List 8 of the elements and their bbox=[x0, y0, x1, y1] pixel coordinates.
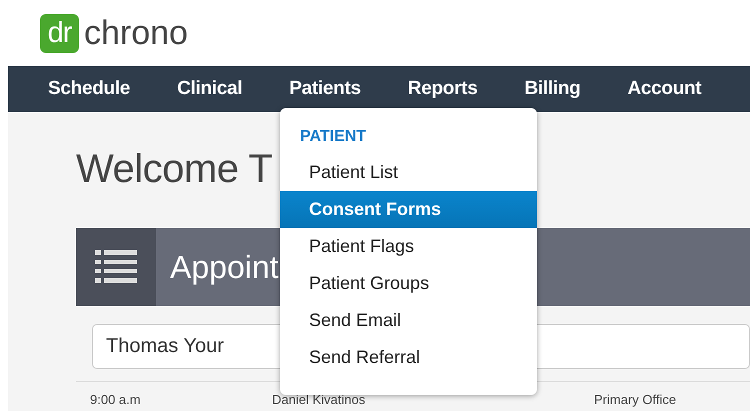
logo-mark: dr bbox=[40, 14, 79, 52]
table-cell-text: 9:00 a.m bbox=[90, 393, 142, 407]
logo-text: chrono bbox=[84, 16, 188, 50]
table-cell: Primary Office bbox=[594, 393, 676, 407]
welcome-heading: Welcome T bbox=[76, 146, 272, 193]
table-cell-text: Daniel Kivatinos bbox=[272, 393, 366, 407]
menu-header: PATIENT bbox=[299, 128, 366, 147]
panel-title: Appoint bbox=[170, 248, 279, 286]
